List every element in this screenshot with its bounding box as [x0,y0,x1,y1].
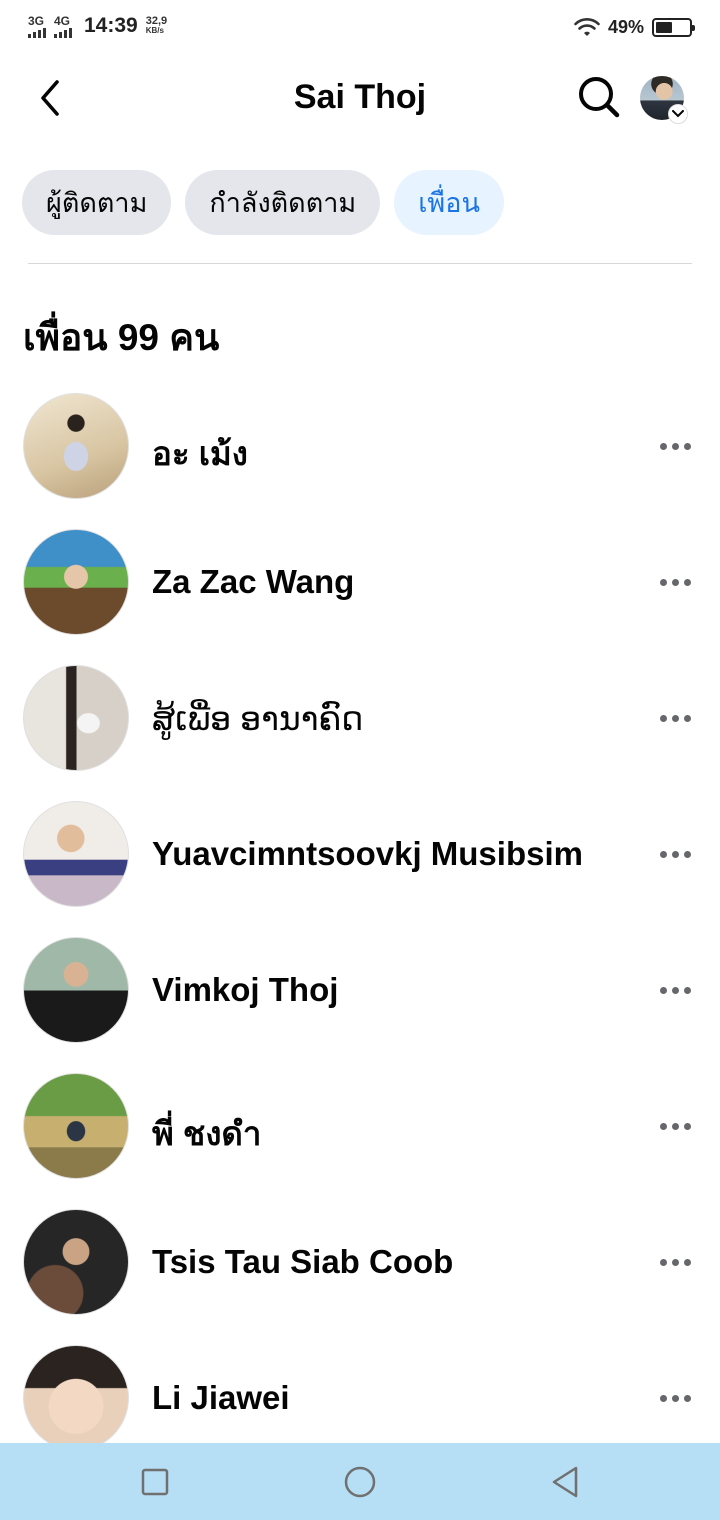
friend-row[interactable]: พี่ ชงดำ [0,1073,720,1209]
friend-avatar[interactable] [23,1345,129,1451]
profile-button[interactable] [640,76,688,124]
back-button[interactable] [30,76,70,120]
search-button[interactable] [574,72,624,122]
more-options-button[interactable] [650,429,700,463]
friend-name[interactable]: Tsis Tau Siab Coob [152,1243,453,1281]
friend-name[interactable]: Li Jiawei [152,1379,290,1417]
network-2: 4G [54,15,72,38]
friend-list: อะ เม้ง Za Zac Wang ສູ້ເພື່ອ ອານາຄົດ Yua… [0,393,720,1481]
battery-percent: 49% [607,17,644,37]
more-options-button[interactable] [650,837,700,871]
tab-following[interactable]: กำลังติดตาม [185,170,381,235]
recent-apps-button[interactable] [130,1457,180,1507]
signal-icon [54,27,72,38]
friend-name[interactable]: Vimkoj Thoj [152,971,338,1009]
circle-icon [344,1466,376,1498]
network-2-label: 4G [54,13,71,28]
tab-friends[interactable]: เพื่อน [394,170,504,235]
friend-name[interactable]: พี่ ชงดำ [152,1107,261,1160]
friend-row[interactable]: Tsis Tau Siab Coob [0,1209,720,1345]
more-options-button[interactable] [650,973,700,1007]
system-nav-bar [0,1443,720,1520]
friend-avatar[interactable] [23,393,129,499]
battery-fill [656,22,672,33]
clock: 14:39 [84,14,138,37]
filter-tabs: ผู้ติดตาม กำลังติดตาม เพื่อน [22,170,504,235]
friend-row[interactable]: Za Zac Wang [0,529,720,665]
speed-unit: KB/s [145,26,164,35]
friend-avatar[interactable] [23,1209,129,1315]
friend-row[interactable]: อะ เม้ง [0,393,720,529]
more-options-button[interactable] [650,1109,700,1143]
friend-avatar[interactable] [23,665,129,771]
friend-name[interactable]: ສູ້ເພື່ອ ອານາຄົດ [152,699,363,738]
header: Sai Thoj [0,58,720,138]
friend-avatar[interactable] [23,529,129,635]
back-nav-button[interactable] [540,1457,590,1507]
friend-name[interactable]: Za Zac Wang [152,563,354,601]
more-options-button[interactable] [650,1381,700,1415]
home-button[interactable] [335,1457,385,1507]
friend-avatar[interactable] [23,801,129,907]
status-right: 49% [574,17,695,38]
more-options-button[interactable] [650,565,700,599]
friends-count-heading: เพื่อน 99 คน [23,317,220,358]
friend-row[interactable]: ສູ້ເພື່ອ ອານາຄົດ [0,665,720,801]
divider [28,263,692,264]
friend-name[interactable]: อะ เม้ง [152,427,248,480]
network-speed: 32,9 KB/s [146,16,167,36]
status-bar: 3G 4G 14:39 32,9 KB/s 49% [0,0,720,58]
tab-followers[interactable]: ผู้ติดตาม [22,170,172,235]
battery-icon [652,18,695,37]
friend-row[interactable]: Yuavcimntsoovkj Musibsim [0,801,720,937]
network-1-label: 3G [28,13,45,28]
more-options-button[interactable] [650,701,700,735]
wifi-icon [574,17,600,36]
friend-avatar[interactable] [23,937,129,1043]
chevron-down-icon [668,104,688,124]
speed-value: 32,9 [145,15,168,27]
search-icon [579,77,620,118]
friend-name[interactable]: Yuavcimntsoovkj Musibsim [152,835,583,873]
more-options-button[interactable] [650,1245,700,1279]
network-1: 3G [28,15,46,38]
triangle-back-icon [552,1466,578,1498]
square-icon [141,1468,169,1496]
signal-icon [28,27,46,38]
chevron-left-icon [41,80,59,116]
status-left: 3G 4G 14:39 32,9 KB/s [28,14,167,38]
friend-row[interactable]: Vimkoj Thoj [0,937,720,1073]
friend-avatar[interactable] [23,1073,129,1179]
